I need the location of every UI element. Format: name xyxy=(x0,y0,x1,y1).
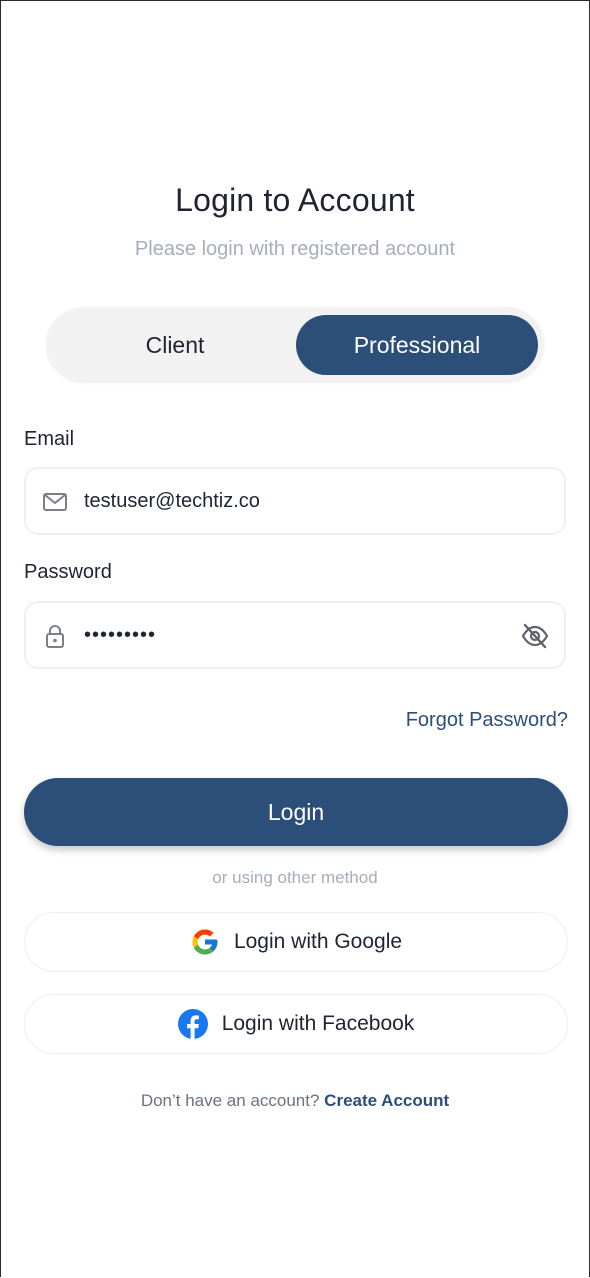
google-icon xyxy=(190,927,220,957)
divider-text: or using other method xyxy=(212,868,378,887)
facebook-login-button[interactable]: Login with Facebook xyxy=(24,994,568,1054)
role-toggle: Client Professional xyxy=(46,307,544,382)
google-login-button[interactable]: Login with Google xyxy=(24,912,568,972)
role-option-client[interactable]: Client xyxy=(54,315,296,375)
role-option-professional[interactable]: Professional xyxy=(296,315,538,375)
password-field[interactable]: ••••••••• xyxy=(24,601,566,669)
email-label: Email xyxy=(24,428,75,450)
mail-icon xyxy=(42,489,68,515)
create-account-link[interactable]: Create Account xyxy=(324,1091,449,1110)
signup-prompt-text: Don’t have an account? xyxy=(140,1091,320,1110)
signup-prompt: Don’t have an account? Create Account xyxy=(0,1091,590,1111)
login-button[interactable]: Login xyxy=(24,778,568,846)
page-subtitle: Please login with registered account xyxy=(134,238,456,260)
forgot-password-link[interactable]: Forgot Password? xyxy=(406,709,568,732)
lock-icon xyxy=(42,623,68,649)
eye-off-icon[interactable] xyxy=(520,622,550,650)
facebook-icon xyxy=(177,1009,208,1039)
page-title: Login to Account xyxy=(175,182,415,218)
email-field[interactable]: testuser@techtiz.co xyxy=(24,467,566,535)
facebook-login-label: Login with Facebook xyxy=(221,1012,415,1035)
email-value: testuser@techtiz.co xyxy=(84,490,260,512)
password-label: Password xyxy=(24,561,112,583)
google-login-label: Login with Google xyxy=(233,930,403,953)
password-value: ••••••••• xyxy=(84,624,157,646)
